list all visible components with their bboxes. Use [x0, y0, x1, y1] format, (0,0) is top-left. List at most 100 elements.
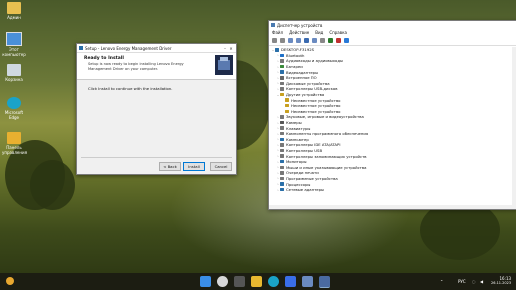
language-indicator[interactable]: РУС [458, 279, 466, 284]
device-tree-label: Контроллеры USB [286, 147, 323, 153]
horizontal-scrollbar[interactable] [269, 205, 512, 209]
device-category-icon [280, 76, 284, 80]
device-category-icon [280, 126, 284, 130]
store-icon[interactable] [285, 276, 296, 287]
device-tree-label: Очереди печати [286, 170, 319, 176]
device-category-icon [280, 176, 284, 181]
explorer-icon[interactable] [251, 276, 262, 287]
desktop-icon-computer[interactable]: Этот компьютер [2, 32, 26, 57]
add-device-icon[interactable] [328, 38, 333, 43]
list-view-icon[interactable] [296, 38, 301, 43]
device-category-icon [280, 131, 284, 136]
device-tree-label: Неизвестное устройство [291, 108, 341, 114]
device-tree-label: Клавиатуры [286, 125, 311, 131]
user-folder-icon [7, 2, 21, 14]
device-tree-label: Дисковые устройства [286, 80, 330, 86]
device-category-icon [280, 143, 284, 147]
device-tree-label: Сетевые адаптеры [286, 187, 325, 193]
task-view-icon[interactable] [234, 276, 245, 287]
device-tree-label: Процессоры [286, 181, 311, 187]
cancel-button[interactable]: Cancel [210, 162, 232, 171]
desktop-icon-recycle-bin[interactable]: Корзина [2, 64, 26, 82]
setup-heading: Ready to Install [84, 56, 124, 61]
device-category-icon [280, 115, 284, 119]
device-category-icon [280, 182, 284, 186]
setup-separator [81, 157, 232, 158]
devmgr-titlebar[interactable]: Диспетчер устройств [269, 21, 516, 29]
device-tree-label: Неизвестное устройство [291, 103, 341, 109]
device-tree: ⌄ DESKTOP-F3192S › Bluetooth › Аудиовходы и… [271, 47, 511, 192]
computer-icon [275, 48, 279, 52]
network-icon[interactable]: ◌ [472, 279, 476, 284]
update-driver-icon[interactable] [312, 38, 317, 43]
edge-icon[interactable] [268, 276, 279, 287]
device-category-icon [280, 70, 284, 74]
download-driver-icon[interactable] [344, 38, 349, 43]
setup-title: Setup - Lenovo Energy Management Driver [85, 45, 172, 51]
setup-titlebar[interactable]: Setup - Lenovo Energy Management Driver … [77, 44, 236, 53]
device-category-icon [280, 148, 284, 153]
menu-view[interactable]: Вид [315, 30, 323, 35]
device-category-icon [280, 64, 284, 69]
setup-dialog: Setup - Lenovo Energy Management Driver … [76, 43, 237, 175]
device-tree-label: Камеры [286, 120, 302, 126]
device-tree-label: Bluetooth [286, 52, 305, 58]
device-tree-label: Встроенное ПО [286, 75, 317, 81]
desktop-icon-admin[interactable]: Админ [2, 2, 26, 20]
device-category-icon [280, 92, 284, 97]
help-icon[interactable] [304, 38, 309, 43]
devmgr-menubar: Файл Действие Вид Справка [269, 29, 516, 36]
devmgr-toolbar [269, 36, 516, 46]
device-tree-label: Компоненты программного обеспечения [286, 131, 369, 137]
device-tree-label: Батареи [286, 64, 303, 70]
search-icon[interactable] [217, 276, 228, 287]
menu-action[interactable]: Действие [289, 30, 309, 35]
device-category-icon [280, 120, 284, 125]
clock[interactable]: 16:13 26.11.2023 [491, 276, 511, 285]
setup-taskbar-icon[interactable] [319, 276, 330, 288]
setup-app-icon [79, 46, 83, 50]
device-category-icon [280, 137, 284, 142]
device-category-icon [280, 87, 284, 91]
device-category-icon [280, 59, 284, 63]
control-panel-icon [7, 132, 21, 144]
taskbar: ⌃ РУС ◌ ◀ 16:13 26.11.2023 [0, 273, 516, 290]
tray-chevron-icon[interactable]: ⌃ [440, 279, 443, 284]
forward-icon[interactable] [280, 38, 285, 43]
desktop-icon-label: Админ [7, 15, 21, 20]
device-tree-label: Программные устройства [286, 175, 338, 181]
setup-body-text: Click Install to continue with the insta… [88, 86, 173, 91]
install-button[interactable]: Install [183, 162, 205, 171]
menu-help[interactable]: Справка [329, 30, 347, 35]
device-category-icon [280, 53, 284, 58]
volume-icon[interactable]: ◀ [480, 279, 483, 284]
properties-icon[interactable] [288, 38, 293, 43]
setup-subheading: Setup is now ready to begin installing L… [88, 62, 184, 71]
close-icon[interactable]: ✕ [228, 46, 234, 51]
scan-hardware-icon[interactable] [320, 38, 325, 43]
device-tree-label: Контроллеры IDE ATA/ATAPI [286, 142, 341, 148]
desktop-icon-edge[interactable]: Microsoft Edge [2, 97, 26, 120]
desktop-icon-label: Microsoft Edge [4, 110, 24, 120]
device-tree-label: Видеоадаптеры [286, 69, 319, 75]
remove-device-icon[interactable] [336, 38, 341, 43]
device-tree-category[interactable]: › Сетевые адаптеры [271, 187, 511, 193]
device-tree-label: Контроллеры запоминающих устройств [286, 153, 367, 159]
back-button[interactable]: < Back [159, 162, 181, 171]
device-tree-root-label: DESKTOP-F3192S [281, 47, 315, 53]
computer-icon [6, 32, 22, 46]
device-tree-label: Контроллеры USB-дисков [286, 86, 338, 92]
device-manager-taskbar-icon[interactable] [302, 276, 313, 287]
device-tree-label: Мониторы [286, 159, 307, 165]
device-tree-label: Звуковые, игровые и видеоустройства [286, 114, 364, 120]
device-manager-window: Диспетчер устройств Файл Действие Вид Сп… [268, 20, 516, 210]
back-icon[interactable] [272, 38, 277, 43]
device-category-icon [280, 81, 284, 86]
device-category-icon [280, 159, 284, 164]
device-tree-label: Компьютер [286, 136, 309, 142]
vertical-scrollbar[interactable] [512, 47, 516, 209]
desktop-icon-control-panel[interactable]: Панель управления [2, 132, 27, 155]
start-icon[interactable] [200, 276, 211, 287]
menu-file[interactable]: Файл [272, 30, 283, 35]
weather-icon[interactable] [6, 277, 14, 285]
